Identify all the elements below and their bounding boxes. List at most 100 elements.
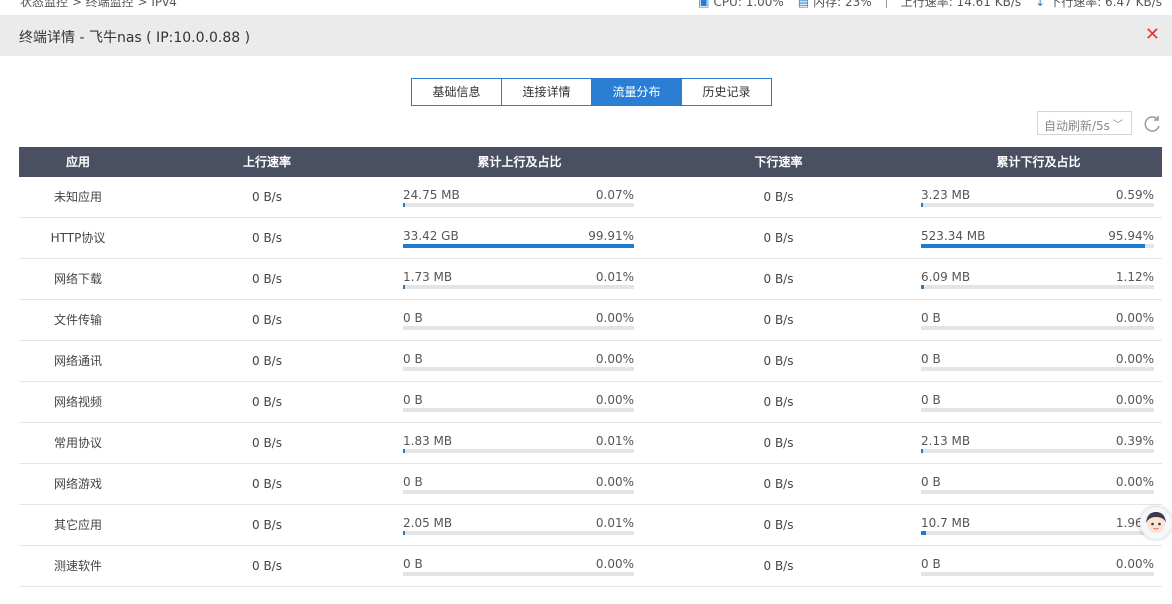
tab-basic-info[interactable]: 基础信息 [411, 78, 502, 106]
column-header-app: 应用 [65, 155, 90, 169]
up-percent: 0.01% [595, 516, 634, 530]
down-rate: 0 B/s [763, 436, 794, 450]
up-total-cell: 33.42 GB 99.91% [397, 218, 642, 258]
tab-history[interactable]: 历史记录 [681, 78, 772, 106]
down-total: 6.09 MB [921, 270, 971, 284]
up-total: 33.42 GB [403, 229, 459, 243]
down-total: 3.23 MB [921, 188, 971, 202]
down-progress-track [921, 490, 1154, 494]
down-progress-fill [921, 285, 924, 289]
down-total: 0 B [921, 352, 941, 366]
up-percent: 99.91% [588, 229, 634, 243]
download-rate-value: 下行速率: 6.47 KB/s [1049, 0, 1162, 9]
down-rate: 0 B/s [763, 313, 794, 327]
up-total-cell: 1.73 MB 0.01% [397, 259, 642, 299]
down-progress-track [921, 572, 1154, 576]
tab-connection-details[interactable]: 连接详情 [501, 78, 592, 106]
table-body: 未知应用 0 B/s 24.75 MB 0.07% 0 B/s 3.23 MB 0.59% H… [19, 177, 1162, 587]
down-percent: 1.12% [1115, 270, 1154, 284]
down-progress-track [921, 367, 1154, 371]
up-total-cell: 0 B 0.00% [397, 341, 642, 381]
divider [885, 0, 887, 8]
tab-bar: 基础信息 连接详情 流量分布 历史记录 [411, 78, 772, 106]
up-percent: 0.00% [595, 557, 634, 571]
down-progress-track [921, 285, 1154, 289]
down-percent: 0.00% [1115, 352, 1154, 366]
up-rate: 0 B/s [252, 354, 282, 368]
down-total-cell: 3.23 MB 0.59% [915, 177, 1162, 217]
dialog-header: 终端详情 - 飞牛nas ( IP:10.0.0.88 ) ✕ [0, 15, 1172, 56]
download-arrow-icon: ↓ [1035, 0, 1046, 9]
up-rate: 0 B/s [252, 477, 282, 491]
down-percent: 0.59% [1115, 188, 1154, 202]
app-name: 文件传输 [53, 313, 102, 327]
down-total: 10.7 MB [921, 516, 971, 530]
traffic-table: 应用 上行速率 累计上行及占比 下行速率 累计下行及占比 未知应用 0 B/s 24… [19, 147, 1162, 587]
assistant-avatar-graphic [1146, 512, 1166, 533]
up-total: 1.73 MB [403, 270, 453, 284]
dialog-title: 终端详情 - 飞牛nas ( IP:10.0.0.88 ) [19, 30, 251, 46]
down-percent: 0.00% [1115, 393, 1154, 407]
system-stats: ▣ CPU: 1.00% ▤ 内存: 23% 上行速率: 14.61 KB/s ↓ 下… [698, 0, 1162, 10]
down-percent: 95.94% [1108, 229, 1154, 243]
up-percent: 0.00% [595, 475, 634, 489]
down-progress-track [921, 449, 1154, 453]
up-percent: 0.00% [595, 393, 634, 407]
up-total-cell: 2.05 MB 0.01% [397, 505, 642, 545]
up-progress-track [403, 326, 634, 330]
chevron-down-icon: ﹀ [1113, 120, 1123, 131]
up-percent: 0.07% [595, 188, 634, 202]
close-icon[interactable]: ✕ [1145, 25, 1160, 45]
down-rate: 0 B/s [763, 559, 794, 573]
up-progress-track [403, 449, 634, 453]
memory-icon: ▤ [797, 0, 810, 9]
up-progress-fill [403, 285, 406, 289]
up-total-cell: 0 B 0.00% [397, 464, 642, 504]
up-progress-track [403, 367, 634, 371]
down-progress-track [921, 408, 1154, 412]
up-progress-track [403, 490, 634, 494]
down-rate: 0 B/s [763, 190, 794, 204]
tab-traffic-distribution[interactable]: 流量分布 [591, 78, 682, 106]
up-progress-fill [403, 531, 406, 535]
down-total-cell: 0 B 0.00% [915, 464, 1162, 504]
up-percent: 0.01% [595, 270, 634, 284]
up-percent: 0.01% [595, 434, 634, 448]
up-rate: 0 B/s [252, 559, 282, 573]
app-name: 常用协议 [53, 436, 102, 450]
down-total-cell: 0 B 0.00% [915, 546, 1162, 586]
down-total-cell: 523.34 MB 95.94% [915, 218, 1162, 258]
down-rate: 0 B/s [763, 272, 794, 286]
assistant-avatar-icon[interactable] [1140, 507, 1172, 539]
table-row: 网络通讯 0 B/s 0 B 0.00% 0 B/s 0 B 0.00% [19, 341, 1162, 382]
up-rate: 0 B/s [252, 313, 282, 327]
up-rate: 0 B/s [252, 395, 282, 409]
app-name: 网络游戏 [53, 477, 102, 491]
up-rate: 0 B/s [252, 436, 282, 450]
down-total: 0 B [921, 557, 941, 571]
down-rate: 0 B/s [763, 395, 794, 409]
up-progress-track [403, 572, 634, 576]
up-percent: 0.00% [595, 352, 634, 366]
auto-refresh-select[interactable]: 自动刷新/5s ﹀ [1037, 111, 1132, 135]
up-total: 2.05 MB [403, 516, 453, 530]
up-rate: 0 B/s [252, 231, 282, 245]
column-header-down-total: 累计下行及占比 [996, 155, 1081, 169]
up-rate: 0 B/s [252, 272, 282, 286]
up-progress-track [403, 203, 634, 207]
down-percent: 0.00% [1115, 311, 1154, 325]
refresh-icon[interactable] [1142, 114, 1162, 134]
table-row: 测速软件 0 B/s 0 B 0.00% 0 B/s 0 B 0.00% [19, 546, 1162, 587]
up-progress-track [403, 408, 634, 412]
up-progress-track [403, 244, 634, 248]
down-progress-track [921, 203, 1154, 207]
app-name: 测速软件 [53, 559, 102, 573]
app-name: 未知应用 [53, 190, 102, 204]
down-rate: 0 B/s [763, 477, 794, 491]
up-total-cell: 0 B 0.00% [397, 300, 642, 340]
up-progress-fill [403, 449, 406, 453]
table-row: 常用协议 0 B/s 1.83 MB 0.01% 0 B/s 2.13 MB 0.39% [19, 423, 1162, 464]
app-name: 网络视频 [53, 395, 102, 409]
down-rate: 0 B/s [763, 518, 794, 532]
table-row: 网络下载 0 B/s 1.73 MB 0.01% 0 B/s 6.09 MB 1.12% [19, 259, 1162, 300]
